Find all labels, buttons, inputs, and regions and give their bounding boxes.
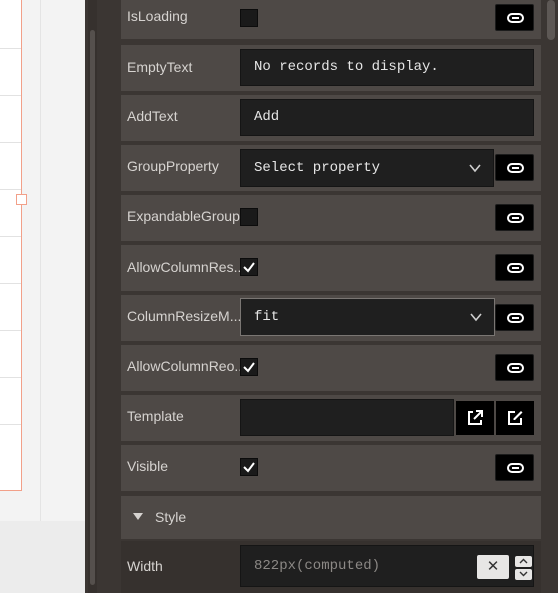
style-section-header[interactable]: Style — [121, 496, 541, 539]
design-canvas — [0, 0, 85, 593]
allowcolumnreorder-checkbox[interactable] — [240, 358, 258, 376]
groupproperty-select[interactable]: Select property — [240, 149, 494, 187]
select-value: fit — [254, 309, 280, 325]
increment-button[interactable] — [515, 556, 532, 567]
property-row-template: Template — [121, 395, 541, 441]
resize-handle[interactable] — [16, 194, 27, 205]
property-label: Visible — [127, 458, 168, 474]
emptytext-input[interactable]: No records to display. — [240, 49, 534, 86]
binding-button[interactable] — [495, 4, 534, 31]
property-label: Width — [127, 558, 163, 574]
property-row-groupproperty: GroupProperty Select property — [121, 145, 541, 191]
grid-preview[interactable] — [0, 0, 22, 491]
chevron-down-icon — [519, 571, 528, 577]
template-input[interactable] — [240, 399, 454, 436]
property-row-visible: Visible — [121, 445, 541, 491]
binding-button[interactable] — [495, 254, 534, 281]
checkmark-icon — [243, 362, 255, 373]
addtext-input[interactable]: Add — [240, 99, 534, 136]
link-icon — [507, 263, 524, 273]
allowcolumnresize-checkbox[interactable] — [240, 258, 258, 276]
chevron-up-icon — [519, 558, 528, 564]
canvas-footer — [0, 521, 85, 593]
section-title: Style — [155, 509, 187, 525]
caret-down-icon — [133, 513, 143, 520]
columnresizemode-select[interactable]: fit — [240, 298, 495, 336]
binding-button[interactable] — [495, 204, 534, 231]
grid-row-divider — [0, 142, 21, 143]
property-label: AllowColumnReo... — [127, 358, 241, 374]
property-label: Template — [127, 408, 184, 424]
grid-row-divider — [0, 48, 21, 49]
property-row-emptytext: EmptyText No records to display. — [121, 45, 541, 91]
clear-button[interactable]: ✕ — [477, 555, 509, 579]
grid-row-divider — [0, 95, 21, 96]
open-template-button[interactable] — [456, 401, 494, 435]
grid-row-divider — [0, 189, 21, 190]
property-label: AddText — [127, 108, 178, 124]
property-label: ExpandableGroups — [127, 208, 241, 224]
property-label: GroupProperty — [127, 158, 219, 174]
checkmark-icon — [243, 462, 255, 473]
expandablegroups-checkbox[interactable] — [240, 208, 258, 226]
edit-icon — [508, 411, 523, 425]
link-icon — [507, 13, 524, 23]
link-icon — [507, 213, 524, 223]
checkmark-icon — [243, 262, 255, 273]
grid-row-divider — [0, 330, 21, 331]
isloading-checkbox[interactable] — [240, 9, 258, 27]
chevron-down-icon — [469, 164, 481, 173]
open-external-icon — [468, 410, 483, 425]
property-row-allowcolumnresize: AllowColumnRes... — [121, 245, 541, 291]
grid-row-divider — [0, 236, 21, 237]
property-row-isloading: IsLoading — [121, 0, 541, 39]
outer-scrollbar[interactable] — [544, 0, 558, 593]
link-icon — [507, 313, 524, 323]
property-row-addtext: AddText Add — [121, 95, 541, 141]
property-label: AllowColumnRes... — [127, 259, 241, 275]
link-icon — [507, 463, 524, 473]
link-icon — [507, 363, 524, 373]
property-label: ColumnResizeM... — [127, 308, 241, 324]
binding-button[interactable] — [495, 154, 534, 181]
chevron-down-icon — [470, 313, 482, 322]
binding-button[interactable] — [495, 354, 534, 381]
link-icon — [507, 163, 524, 173]
panel-scrollbar-thumb[interactable] — [90, 30, 95, 585]
visible-checkbox[interactable] — [240, 458, 258, 476]
property-row-columnresizemode: ColumnResizeM... fit — [121, 295, 541, 341]
binding-button[interactable] — [495, 304, 534, 331]
edit-template-button[interactable] — [496, 401, 534, 435]
property-label: EmptyText — [127, 59, 193, 75]
outer-scrollbar-thumb[interactable] — [547, 0, 555, 40]
binding-button[interactable] — [495, 454, 534, 481]
property-label: IsLoading — [127, 8, 188, 24]
grid-row-divider — [0, 283, 21, 284]
grid-row-divider — [0, 424, 21, 425]
select-value: Select property — [254, 160, 381, 176]
property-row-allowcolumnreorder: AllowColumnReo... — [121, 345, 541, 391]
canvas-gutter — [40, 0, 41, 593]
grid-row-divider — [0, 377, 21, 378]
property-row-expandablegroups: ExpandableGroups — [121, 195, 541, 241]
property-row-width: Width 822px(computed) ✕ — [121, 541, 541, 593]
decrement-button[interactable] — [515, 569, 532, 580]
